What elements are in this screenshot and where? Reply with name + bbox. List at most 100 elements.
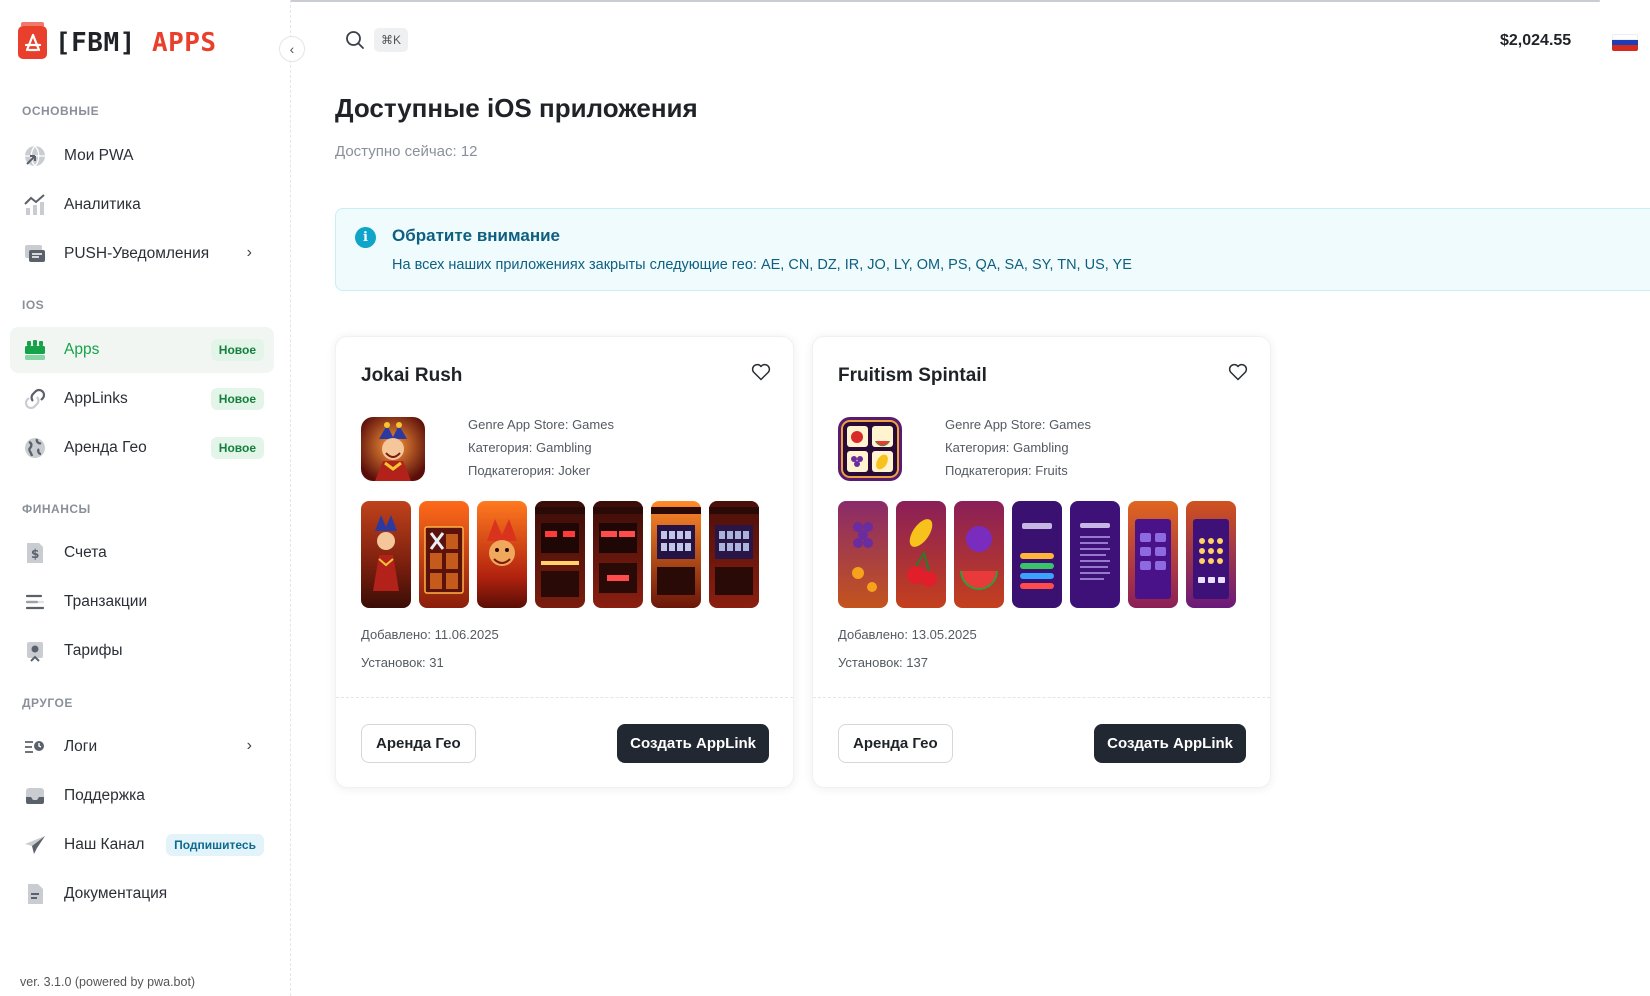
section-title-ios: IOS <box>22 298 45 312</box>
page-title: Доступные iOS приложения <box>335 93 698 123</box>
sidebar: [FBM] APPS ОСНОВНЫЕ Мои PWA Аналитика PU… <box>0 0 291 996</box>
logs-icon <box>22 734 48 760</box>
heart-icon[interactable] <box>751 363 771 386</box>
section-title-finance: ФИНАНСЫ <box>22 502 91 516</box>
app-icon <box>838 417 902 481</box>
sidebar-item-label: Счета <box>64 544 107 561</box>
app-name: Fruitism Spintail <box>838 365 987 386</box>
globe-arrow-icon <box>22 143 48 169</box>
app-screenshot[interactable] <box>535 501 585 608</box>
sidebar-item-support[interactable]: Поддержка <box>10 773 274 819</box>
screenshots-row <box>838 501 1236 608</box>
inbox-icon <box>22 783 48 809</box>
invoice-icon: $ <box>22 540 48 566</box>
sidebar-item-tariffs[interactable]: Тарифы <box>10 628 274 674</box>
app-screenshot[interactable] <box>954 501 1004 608</box>
app-screenshot[interactable] <box>593 501 643 608</box>
sidebar-item-applinks[interactable]: AppLinks Новое <box>10 376 274 422</box>
info-icon: i <box>355 227 376 248</box>
link-icon <box>22 386 48 412</box>
app-card: Jokai Rush Genre App Store: Games Катего… <box>335 336 794 788</box>
added-date: Добавлено: 13.05.2025 <box>838 627 977 642</box>
logo-icon <box>18 22 47 59</box>
app-category: Категория: Gambling <box>945 440 1069 455</box>
notice-alert: i Обратите внимание На всех наших прилож… <box>335 208 1650 291</box>
app-screenshot[interactable] <box>1186 501 1236 608</box>
search-icon[interactable] <box>345 30 365 55</box>
install-count: Установок: 137 <box>838 655 928 670</box>
chart-icon <box>22 192 48 218</box>
lines-icon <box>22 589 48 615</box>
geo-rent-button[interactable]: Аренда Гео <box>838 724 953 763</box>
document-icon <box>22 881 48 907</box>
sidebar-item-label: Транзакции <box>64 593 148 610</box>
sidebar-item-logs[interactable]: Логи › <box>10 724 274 770</box>
section-title-main: ОСНОВНЫЕ <box>22 104 100 118</box>
create-applink-button[interactable]: Создать AppLink <box>617 724 769 763</box>
app-name: Jokai Rush <box>361 365 463 386</box>
sidebar-item-analytics[interactable]: Аналитика <box>10 182 274 228</box>
app-screenshot[interactable] <box>361 501 411 608</box>
chevron-right-icon: › <box>246 244 252 261</box>
app-screenshot[interactable] <box>896 501 946 608</box>
card-divider <box>336 697 793 698</box>
create-applink-button[interactable]: Создать AppLink <box>1094 724 1246 763</box>
notice-text: На всех наших приложениях закрыты следую… <box>392 257 1132 273</box>
chevron-right-icon: › <box>246 737 252 754</box>
sidebar-item-label: Логи <box>64 738 98 755</box>
new-badge: Новое <box>210 388 264 410</box>
app-genre: Genre App Store: Games <box>468 417 614 432</box>
app-screenshot[interactable] <box>419 501 469 608</box>
sidebar-item-channel[interactable]: Наш Канал Подпишитесь <box>10 822 274 868</box>
apps-store-icon <box>22 337 48 363</box>
sidebar-item-label: PUSH-Уведомления <box>64 245 210 262</box>
heart-icon[interactable] <box>1228 363 1248 386</box>
russia-flag-icon[interactable] <box>1612 34 1638 51</box>
balance[interactable]: $2,024.55 <box>1500 32 1571 50</box>
app-genre: Genre App Store: Games <box>945 417 1091 432</box>
sidebar-item-label: Документация <box>64 885 168 902</box>
earth-icon <box>22 435 48 461</box>
app-screenshot[interactable] <box>1070 501 1120 608</box>
sidebar-item-label: AppLinks <box>64 390 128 407</box>
app-subcategory: Подкатегория: Joker <box>468 463 591 478</box>
top-progress-line <box>290 0 1600 2</box>
logo[interactable]: [FBM] APPS <box>18 22 217 59</box>
sidebar-item-label: Тарифы <box>64 642 123 659</box>
sidebar-item-apps[interactable]: Apps Новое <box>10 327 274 373</box>
app-screenshot[interactable] <box>1128 501 1178 608</box>
screenshots-row <box>361 501 759 608</box>
notice-title: Обратите внимание <box>392 226 560 245</box>
app-card: Fruitism Spintail Genre App Store: Games… <box>812 336 1271 788</box>
telegram-icon <box>22 832 48 858</box>
app-icon <box>361 417 425 481</box>
new-badge: Новое <box>210 437 264 459</box>
section-title-other: ДРУГОЕ <box>22 696 73 710</box>
sidebar-item-docs[interactable]: Документация <box>10 871 274 917</box>
added-date: Добавлено: 11.06.2025 <box>361 627 499 642</box>
install-count: Установок: 31 <box>361 655 444 670</box>
search-shortcut[interactable]: ⌘K <box>374 28 409 52</box>
app-screenshot[interactable] <box>651 501 701 608</box>
app-screenshot[interactable] <box>709 501 759 608</box>
logo-text: [FBM] APPS <box>55 27 217 58</box>
available-count: Доступно сейчас: 12 <box>335 143 478 160</box>
sidebar-item-label: Аналитика <box>64 196 141 213</box>
sidebar-item-label: Apps <box>64 341 100 358</box>
sidebar-item-my-pwa[interactable]: Мои PWA <box>10 133 274 179</box>
sidebar-item-transactions[interactable]: Транзакции <box>10 579 274 625</box>
new-badge: Новое <box>210 339 264 361</box>
app-subcategory: Подкатегория: Fruits <box>945 463 1068 478</box>
app-screenshot[interactable] <box>477 501 527 608</box>
sidebar-item-invoices[interactable]: $ Счета <box>10 530 274 576</box>
sidebar-item-label: Мои PWA <box>64 147 134 164</box>
subscribe-badge[interactable]: Подпишитесь <box>166 834 264 856</box>
tariff-icon <box>22 638 48 664</box>
app-screenshot[interactable] <box>838 501 888 608</box>
sidebar-item-geo-rent[interactable]: Аренда Гео Новое <box>10 425 274 471</box>
collapse-sidebar-button[interactable]: ‹ <box>279 36 305 62</box>
geo-rent-button[interactable]: Аренда Гео <box>361 724 476 763</box>
app-screenshot[interactable] <box>1012 501 1062 608</box>
message-icon <box>22 241 48 267</box>
sidebar-item-push[interactable]: PUSH-Уведомления › <box>10 231 274 277</box>
